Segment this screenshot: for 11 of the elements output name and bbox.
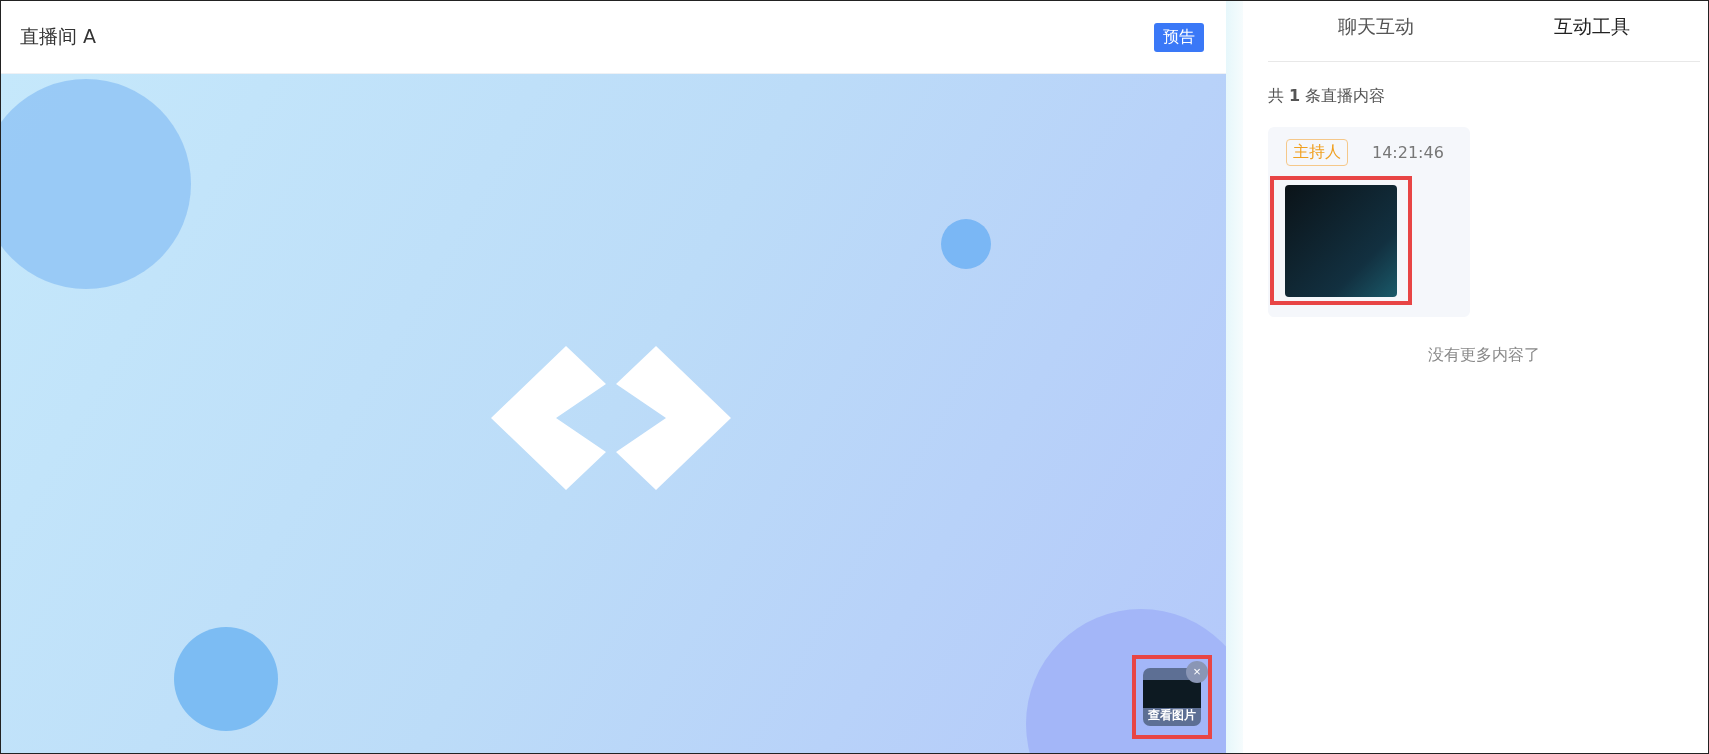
host-tag: 主持人 bbox=[1286, 139, 1348, 166]
tab[interactable]: 聊天互动 bbox=[1268, 1, 1484, 61]
tab[interactable]: 互动工具 bbox=[1484, 1, 1700, 61]
room-title: 直播间 A bbox=[20, 24, 97, 49]
message-time: 14:21:46 bbox=[1372, 143, 1444, 162]
preview-badge: 预告 bbox=[1154, 22, 1204, 52]
view-image-label: 查看图片 bbox=[1148, 707, 1196, 724]
end-note: 没有更多内容了 bbox=[1427, 345, 1541, 366]
photo-placeholder[interactable] bbox=[1285, 184, 1397, 297]
photo-placeholder bbox=[1143, 680, 1201, 708]
content-count: 共 1 条直播内容 bbox=[1268, 86, 1387, 107]
